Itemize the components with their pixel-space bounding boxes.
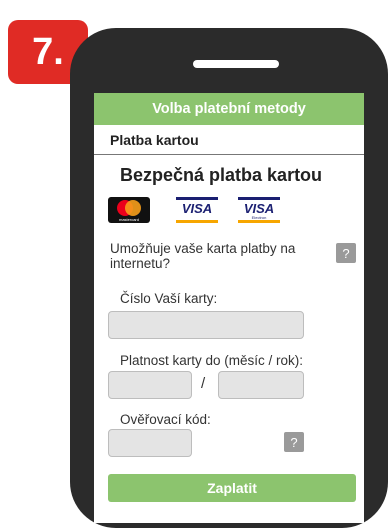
pay-button-label: Zaplatit xyxy=(207,480,257,496)
visa-electron-subtext: Electron xyxy=(251,215,267,220)
page-title: Bezpečná platba kartou xyxy=(120,165,323,185)
cvc-input[interactable] xyxy=(108,429,192,457)
question-mark-icon: ? xyxy=(290,434,298,450)
card-number-label: Číslo Vaší karty: xyxy=(120,291,218,306)
expiry-year-input[interactable] xyxy=(218,371,304,399)
visa-wordmark: VISA xyxy=(181,201,213,216)
help-button-card-support[interactable]: ? xyxy=(336,243,356,263)
card-support-question: Umožňuje vaše karta platby na internetu? xyxy=(110,241,296,271)
mastercard-logo: mastercard xyxy=(108,197,150,223)
expiry-month-input[interactable] xyxy=(108,371,192,399)
visa-logo: VISA xyxy=(176,197,218,223)
expiry-separator: / xyxy=(201,375,206,392)
visa-electron-wordmark: VISA xyxy=(243,201,275,216)
card-number-input[interactable] xyxy=(108,311,304,339)
question-mark-icon: ? xyxy=(342,245,350,261)
mastercard-wordmark: mastercard xyxy=(118,217,139,222)
subheader-title: Platba kartou xyxy=(110,131,199,148)
header-bar: Volba platební metody xyxy=(94,93,364,125)
mastercard-orange-circle xyxy=(125,200,141,216)
help-button-cvc[interactable]: ? xyxy=(284,432,304,452)
card-logos: mastercard VISA VISA Electron xyxy=(108,197,358,223)
phone-speaker xyxy=(193,60,279,68)
cvc-label: Ověřovací kód: xyxy=(120,412,211,427)
header-title: Volba platební metody xyxy=(152,101,306,117)
expiry-label: Platnost karty do (měsíc / rok): xyxy=(120,353,304,368)
subheader: Platba kartou xyxy=(94,125,364,155)
pay-button[interactable]: Zaplatit xyxy=(108,474,356,502)
phone-screen: Volba platební metody Platba kartou Bezp… xyxy=(94,93,364,523)
visa-electron-logo: VISA Electron xyxy=(238,197,280,223)
